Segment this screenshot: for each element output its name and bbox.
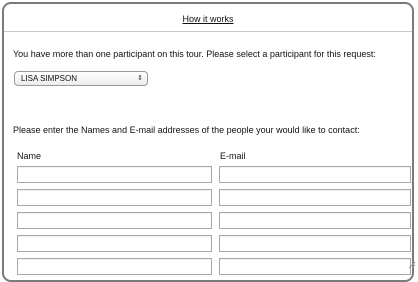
contact-name-field-3[interactable] bbox=[17, 212, 212, 229]
participant-select[interactable]: LISA SIMPSON ⇕ bbox=[14, 71, 148, 86]
header-divider bbox=[4, 31, 412, 32]
contact-name-field-1[interactable] bbox=[17, 166, 212, 183]
contact-name-field-2[interactable] bbox=[17, 189, 212, 206]
contact-email-field-5[interactable] bbox=[219, 258, 411, 275]
participant-prompt: You have more than one participant on th… bbox=[13, 49, 376, 59]
contact-name-field-5[interactable] bbox=[17, 258, 212, 275]
contact-email-field-1[interactable] bbox=[219, 166, 411, 183]
contact-email-field-3[interactable] bbox=[219, 212, 411, 229]
resize-grip-icon[interactable] bbox=[408, 261, 416, 269]
participant-selected-value: LISA SIMPSON bbox=[21, 74, 77, 83]
contact-email-field-4[interactable] bbox=[219, 235, 411, 252]
name-column-header: Name bbox=[17, 151, 41, 161]
email-column-header: E-mail bbox=[220, 151, 246, 161]
how-it-works-link[interactable]: How it works bbox=[4, 14, 412, 24]
contact-email-field-2[interactable] bbox=[219, 189, 411, 206]
contacts-prompt: Please enter the Names and E-mail addres… bbox=[13, 125, 360, 135]
contact-name-field-4[interactable] bbox=[17, 235, 212, 252]
up-down-arrows-icon: ⇕ bbox=[137, 72, 143, 85]
contact-request-panel: How it works You have more than one part… bbox=[2, 2, 414, 282]
